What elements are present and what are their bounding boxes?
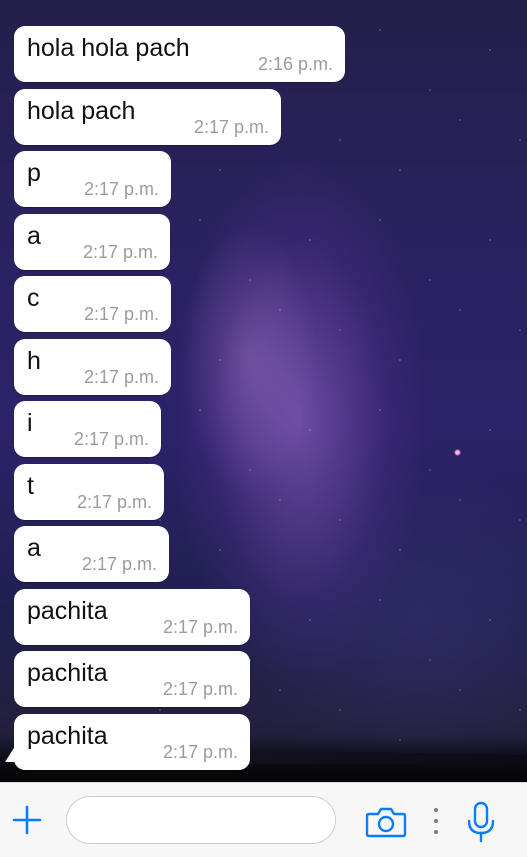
message-bubble[interactable]: hola hola pach 2:16 p.m. (14, 26, 345, 82)
message-bubble[interactable]: pachita 2:17 p.m. (14, 651, 250, 707)
message-list[interactable]: hola hola pach 2:16 p.m. hola pach 2:17 … (0, 0, 527, 782)
more-vertical-icon[interactable] (433, 808, 439, 834)
message-text: hola hola pach (27, 34, 190, 62)
camera-button[interactable] (363, 803, 409, 841)
message-bubble[interactable]: t 2:17 p.m. (14, 464, 164, 520)
message-text: i (27, 409, 33, 437)
message-text: pachita (27, 659, 108, 687)
message-time: 2:17 p.m. (76, 492, 152, 512)
message-time: 2:17 p.m. (83, 304, 159, 324)
message-text: a (27, 222, 41, 250)
message-text: h (27, 347, 41, 375)
message-text: c (27, 284, 40, 312)
message-time: 2:17 p.m. (73, 429, 149, 449)
message-text: p (27, 159, 41, 187)
message-time: 2:17 p.m. (162, 742, 238, 762)
message-bubble[interactable]: a 2:17 p.m. (14, 214, 170, 270)
microphone-button[interactable] (462, 799, 500, 845)
camera-icon (365, 807, 407, 838)
message-bubble[interactable]: pachita 2:17 p.m. (14, 714, 250, 770)
message-time: 2:17 p.m. (162, 679, 238, 699)
message-time: 2:17 p.m. (83, 367, 159, 387)
message-text: pachita (27, 722, 108, 750)
message-bubble[interactable]: h 2:17 p.m. (14, 339, 171, 395)
message-composer-bar (0, 782, 527, 857)
message-bubble[interactable]: hola pach 2:17 p.m. (14, 89, 281, 145)
message-time: 2:17 p.m. (162, 617, 238, 637)
message-text: hola pach (27, 97, 136, 125)
message-bubble[interactable]: i 2:17 p.m. (14, 401, 161, 457)
message-input[interactable] (66, 796, 336, 844)
message-bubble[interactable]: c 2:17 p.m. (14, 276, 171, 332)
message-text: t (27, 472, 34, 500)
message-time: 2:17 p.m. (83, 179, 159, 199)
message-text: pachita (27, 597, 108, 625)
plus-icon (12, 805, 42, 835)
attach-button[interactable] (10, 803, 44, 837)
message-bubble[interactable]: a 2:17 p.m. (14, 526, 169, 582)
message-bubble[interactable]: pachita 2:17 p.m. (14, 589, 250, 645)
message-time: 2:16 p.m. (257, 54, 333, 74)
message-bubble[interactable]: p 2:17 p.m. (14, 151, 171, 207)
message-text: a (27, 534, 41, 562)
message-time: 2:17 p.m. (193, 117, 269, 137)
microphone-icon (467, 801, 495, 843)
message-time: 2:17 p.m. (82, 242, 158, 262)
message-time: 2:17 p.m. (81, 554, 157, 574)
